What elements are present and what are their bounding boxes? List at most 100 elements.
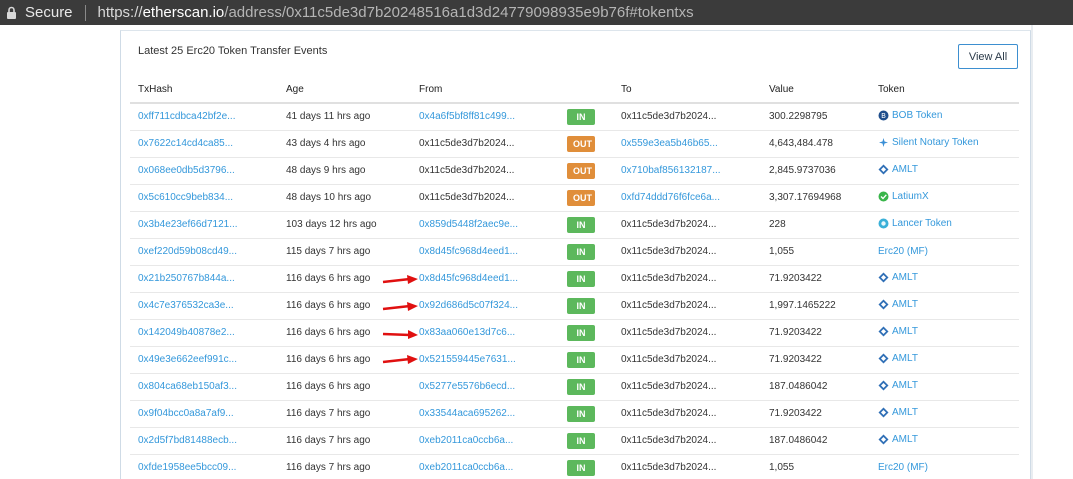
- txhash-link[interactable]: 0x2d5f7bd81488ecb...: [138, 435, 237, 446]
- direction-badge: OUT: [567, 135, 595, 152]
- from-address[interactable]: 0x33544aca695262...: [419, 408, 515, 419]
- view-all-button[interactable]: View All: [958, 44, 1018, 69]
- direction-badge: IN: [567, 108, 595, 125]
- token-link[interactable]: Erc20 (MF): [878, 246, 928, 257]
- right-rail: [1031, 25, 1033, 479]
- from-address[interactable]: 0xeb2011ca0ccb6a...: [419, 462, 513, 473]
- token-link[interactable]: AMLT: [878, 353, 918, 364]
- amlt-icon: [878, 299, 889, 310]
- token-link[interactable]: AMLT: [878, 299, 918, 310]
- to-address: 0x11c5de3d7b2024...: [621, 219, 717, 230]
- direction-badge: IN: [567, 459, 595, 476]
- col-header-to: To: [613, 77, 761, 104]
- token-link[interactable]: Silent Notary Token: [878, 137, 979, 148]
- to-address: 0x11c5de3d7b2024...: [621, 246, 717, 257]
- token-link[interactable]: AMLT: [878, 380, 918, 391]
- txhash-link[interactable]: 0x804ca68eb150af3...: [138, 381, 237, 392]
- value-text: 187.0486042: [769, 435, 828, 446]
- amlt-icon: [878, 434, 889, 445]
- value-text: 2,845.9737036: [769, 165, 836, 176]
- age-text: 116 days 6 hrs ago: [286, 273, 371, 284]
- table-row: 0x804ca68eb150af3... 116 days 6 hrs ago 0x…: [130, 373, 1019, 401]
- table-body: 0xff711cdbca42bf2e... 41 days 11 hrs ago 0…: [130, 103, 1019, 479]
- from-address[interactable]: 0xeb2011ca0ccb6a...: [419, 435, 513, 446]
- from-address[interactable]: 0x8d45fc968d4eed1...: [419, 273, 518, 284]
- age-text: 48 days 9 hrs ago: [286, 165, 366, 176]
- from-address[interactable]: 0x8d45fc968d4eed1...: [419, 246, 518, 257]
- to-address[interactable]: 0x559e3ea5b46b65...: [621, 138, 718, 149]
- value-text: 187.0486042: [769, 381, 828, 392]
- from-address: 0x11c5de3d7b2024...: [419, 138, 515, 149]
- lancer-token-icon: [878, 218, 889, 229]
- token-link[interactable]: Lancer Token: [878, 218, 952, 229]
- url-path: /address/0x11c5de3d7b20248516a1d3d247790…: [224, 4, 694, 21]
- txhash-link[interactable]: 0x7622c14cd4ca85...: [138, 138, 233, 149]
- to-address[interactable]: 0x710baf856132187...: [621, 165, 721, 176]
- token-transfers-table: TxHash Age From To Value Token 0xff711cd…: [130, 77, 1019, 479]
- token-link[interactable]: LatiumX: [878, 191, 929, 202]
- amlt-icon: [878, 380, 889, 391]
- silent-notary-icon: [878, 137, 889, 148]
- token-link[interactable]: B BOB Token: [878, 110, 942, 121]
- txhash-link[interactable]: 0x5c610cc9beb834...: [138, 192, 233, 203]
- token-name: AMLT: [892, 163, 918, 175]
- secure-label: Secure: [25, 4, 73, 21]
- from-address[interactable]: 0x859d5448f2aec9e...: [419, 219, 518, 230]
- address-bar[interactable]: Secure https://etherscan.io/address/0x11…: [0, 0, 1073, 25]
- table-row: 0x4c7e376532ca3e... 116 days 6 hrs ago 0x9…: [130, 292, 1019, 320]
- age-text: 115 days 7 hrs ago: [286, 246, 371, 257]
- col-header-value: Value: [761, 77, 870, 104]
- age-text: 116 days 6 hrs ago: [286, 327, 371, 338]
- direction-badge: IN: [567, 297, 595, 314]
- age-text: 116 days 6 hrs ago: [286, 300, 371, 311]
- txhash-link[interactable]: 0xfde1958ee5bcc09...: [138, 462, 236, 473]
- url-host: etherscan.io: [142, 4, 225, 21]
- to-address[interactable]: 0xfd74ddd76f6fce6a...: [621, 192, 720, 203]
- to-address: 0x11c5de3d7b2024...: [621, 408, 717, 419]
- txhash-link[interactable]: 0x4c7e376532ca3e...: [138, 300, 234, 311]
- direction-badge: IN: [567, 216, 595, 233]
- from-address[interactable]: 0x4a6f5bf8ff81c499...: [419, 111, 515, 122]
- txhash-link[interactable]: 0x142049b40878e2...: [138, 327, 235, 338]
- age-text: 116 days 6 hrs ago: [286, 381, 371, 392]
- table-row: 0x5c610cc9beb834... 48 days 10 hrs ago 0x1…: [130, 184, 1019, 212]
- table-row: 0x7622c14cd4ca85... 43 days 4 hrs ago 0x11…: [130, 130, 1019, 158]
- txhash-link[interactable]: 0x9f04bcc0a8a7af9...: [138, 408, 234, 419]
- age-text: 116 days 6 hrs ago: [286, 354, 371, 365]
- txhash-link[interactable]: 0x49e3e662eef991c...: [138, 354, 237, 365]
- token-link[interactable]: AMLT: [878, 407, 918, 418]
- token-name: AMLT: [892, 352, 918, 364]
- from-address[interactable]: 0x521559445e7631...: [419, 354, 516, 365]
- direction-badge: IN: [567, 270, 595, 287]
- to-address: 0x11c5de3d7b2024...: [621, 381, 717, 392]
- lock-icon: [6, 6, 17, 20]
- to-address: 0x11c5de3d7b2024...: [621, 273, 717, 284]
- txhash-link[interactable]: 0x068ee0db5d3796...: [138, 165, 235, 176]
- annotation-arrow-2: [382, 302, 418, 311]
- latiumx-icon: [878, 191, 889, 202]
- value-text: 3,307.17694968: [769, 192, 842, 203]
- value-text: 300.2298795: [769, 111, 828, 123]
- token-link[interactable]: AMLT: [878, 434, 918, 445]
- value-text: 1,055: [769, 246, 795, 257]
- token-link[interactable]: AMLT: [878, 164, 918, 175]
- token-link[interactable]: AMLT: [878, 326, 918, 337]
- table-row: 0x142049b40878e2... 116 days 6 hrs ago 0x8…: [130, 319, 1019, 347]
- txhash-link[interactable]: 0xff711cdbca42bf2e...: [138, 111, 236, 122]
- txhash-link[interactable]: 0xef220d59b08cd49...: [138, 246, 237, 257]
- token-link[interactable]: AMLT: [878, 272, 918, 283]
- txhash-link[interactable]: 0x21b250767b844a...: [138, 273, 235, 284]
- value-text: 71.9203422: [769, 408, 822, 419]
- amlt-icon: [878, 353, 889, 364]
- token-link[interactable]: Erc20 (MF): [878, 462, 928, 473]
- token-name: Silent Notary Token: [892, 136, 979, 148]
- token-name: Erc20 (MF): [878, 462, 928, 473]
- page-margin: [0, 25, 120, 479]
- annotation-arrow-3: [382, 330, 418, 339]
- direction-badge: OUT: [567, 162, 595, 179]
- token-name: AMLT: [892, 271, 918, 283]
- from-address[interactable]: 0x5277e5576b6ecd...: [419, 381, 515, 392]
- txhash-link[interactable]: 0x3b4e23ef66d7121...: [138, 219, 238, 230]
- from-address[interactable]: 0x92d686d5c07f324...: [419, 300, 518, 311]
- from-address[interactable]: 0x83aa060e13d7c6...: [419, 327, 515, 338]
